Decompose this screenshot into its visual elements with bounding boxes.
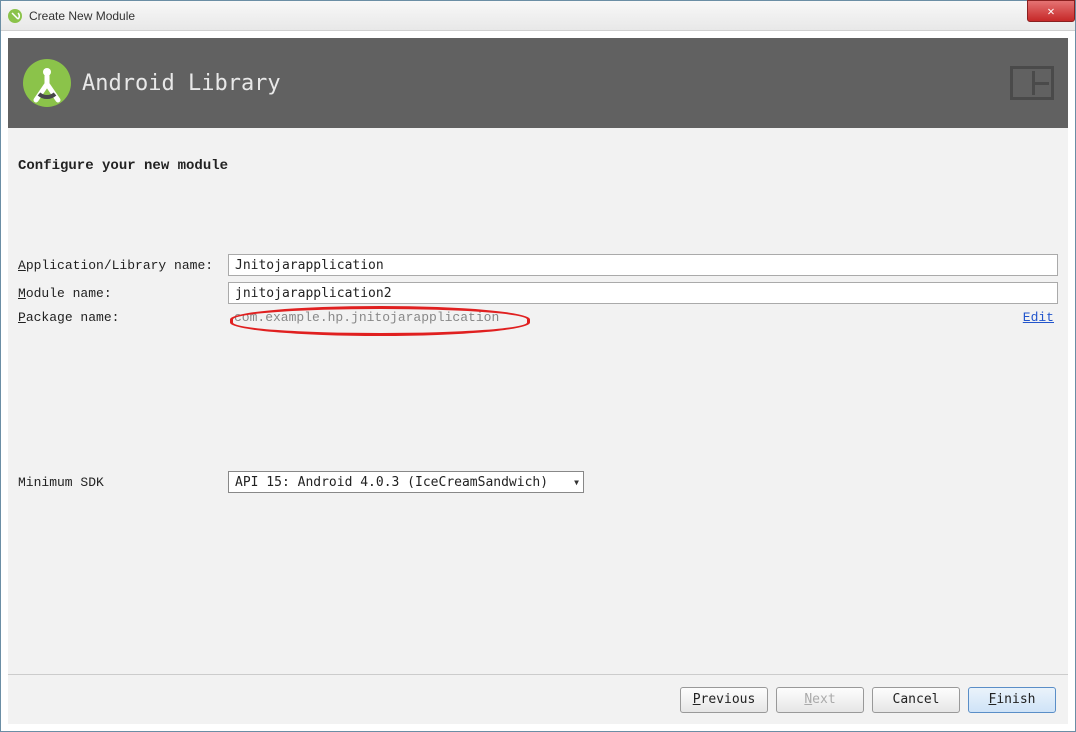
android-studio-icon	[22, 58, 72, 108]
footer: Previous Next Cancel Finish	[8, 674, 1068, 724]
finish-button[interactable]: Finish	[968, 687, 1056, 713]
window-title: Create New Module	[29, 9, 135, 23]
minimum-sdk-row: Minimum SDK API 15: Android 4.0.3 (IceCr…	[18, 471, 1058, 493]
close-button[interactable]: ✕	[1027, 0, 1075, 22]
module-name-row: Module name:	[18, 282, 1058, 304]
app-name-input[interactable]	[228, 254, 1058, 276]
close-icon: ✕	[1047, 4, 1054, 19]
titlebar: Create New Module ✕	[1, 1, 1075, 31]
minimum-sdk-value: API 15: Android 4.0.3 (IceCreamSandwich)	[235, 475, 548, 490]
app-name-row: Application/Library name:	[18, 254, 1058, 276]
minimum-sdk-label: Minimum SDK	[18, 475, 228, 490]
banner-left: Android Library	[22, 58, 281, 108]
next-button: Next	[776, 687, 864, 713]
minimum-sdk-select[interactable]: API 15: Android 4.0.3 (IceCreamSandwich)…	[228, 471, 584, 493]
chevron-down-icon: ▼	[574, 478, 579, 487]
module-name-input[interactable]	[228, 282, 1058, 304]
dialog-window: Create New Module ✕ Android Library	[0, 0, 1076, 732]
edit-link[interactable]: Edit	[1023, 310, 1054, 325]
package-name-value: com.example.hp.jnitojarapplication	[228, 310, 505, 325]
header-banner: Android Library	[8, 38, 1068, 128]
package-name-row: Package name: com.example.hp.jnitojarapp…	[18, 310, 1058, 325]
app-icon	[7, 8, 23, 24]
previous-button[interactable]: Previous	[680, 687, 768, 713]
package-name-label: Package name:	[18, 310, 228, 325]
form-subtitle: Configure your new module	[18, 158, 1058, 174]
app-name-label: Application/Library name:	[18, 258, 228, 273]
module-name-label: Module name:	[18, 286, 228, 301]
cancel-button[interactable]: Cancel	[872, 687, 960, 713]
module-icon	[1010, 66, 1054, 100]
form-area: Configure your new module Application/Li…	[8, 128, 1068, 674]
banner-title: Android Library	[82, 71, 281, 96]
content-area: Android Library Configure your new modul…	[1, 31, 1075, 731]
